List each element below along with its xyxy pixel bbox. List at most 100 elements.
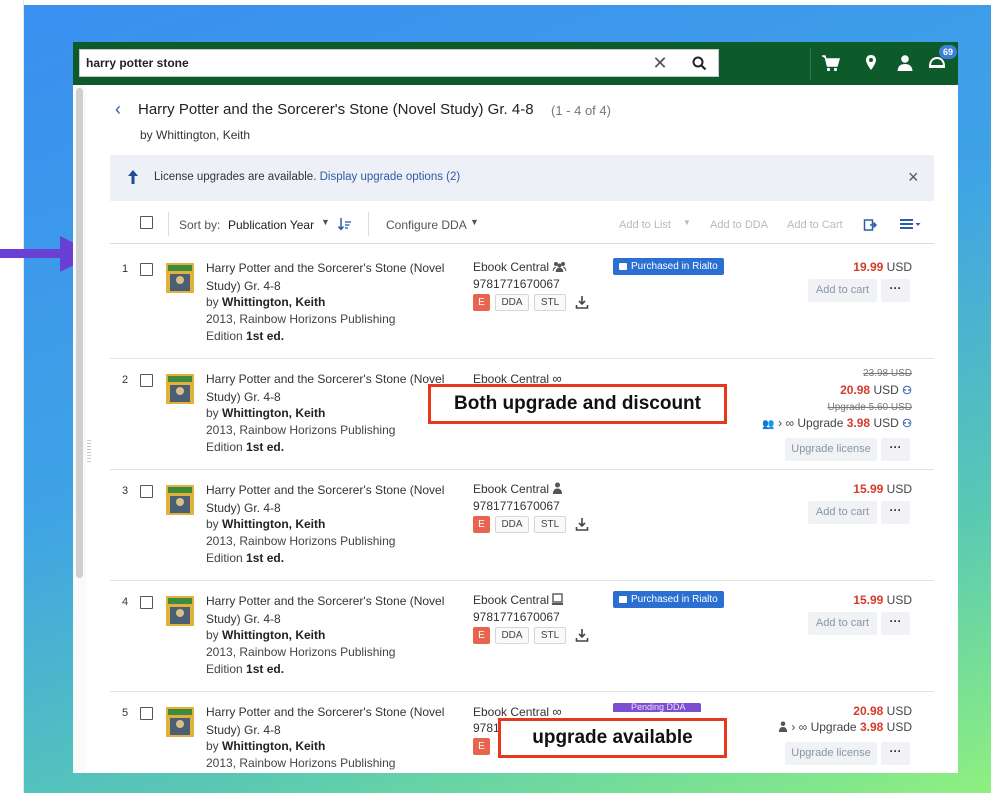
record-title[interactable]: Harry Potter and the Sorcerer's Stone (N… bbox=[206, 260, 454, 295]
book-cover[interactable] bbox=[166, 485, 194, 515]
header-divider bbox=[810, 48, 811, 80]
isbn: 9781771670067 bbox=[473, 277, 560, 291]
scrollbar-thumb[interactable] bbox=[76, 88, 83, 578]
platform-name: Ebook Central bbox=[473, 593, 564, 607]
record-title[interactable]: Harry Potter and the Sorcerer's Stone (N… bbox=[206, 482, 454, 517]
upgrade-license-button[interactable]: Upgrade license bbox=[785, 438, 877, 461]
book-cover[interactable] bbox=[166, 596, 194, 626]
add-to-list-button[interactable]: Add to List bbox=[619, 219, 671, 231]
add-to-dda-button[interactable]: Add to DDA bbox=[710, 219, 768, 231]
book-cover[interactable] bbox=[166, 707, 194, 737]
row-checkbox[interactable] bbox=[140, 485, 153, 498]
cart-icon[interactable] bbox=[820, 52, 842, 74]
sort-label: Sort by: bbox=[179, 218, 221, 232]
location-icon[interactable] bbox=[860, 52, 882, 74]
chevron-down-icon[interactable]: ▼ bbox=[470, 217, 479, 227]
library-icon bbox=[552, 593, 564, 605]
more-actions-button[interactable]: ··· bbox=[881, 501, 910, 524]
ebook-tag: E bbox=[473, 516, 490, 533]
record-edition: Edition 1st ed. bbox=[206, 329, 284, 343]
table-row[interactable]: 1 Harry Potter and the Sorcerer's Stone … bbox=[110, 248, 934, 359]
record-title[interactable]: Harry Potter and the Sorcerer's Stone (N… bbox=[206, 704, 454, 739]
close-icon[interactable]: × bbox=[908, 167, 919, 188]
original-price: 23.98 USD bbox=[863, 368, 912, 379]
resize-handle[interactable] bbox=[87, 440, 91, 462]
multi-user-icon bbox=[552, 262, 567, 273]
byline-prefix: by bbox=[140, 128, 157, 142]
row-checkbox[interactable] bbox=[140, 707, 153, 720]
table-row[interactable]: 3 Harry Potter and the Sorcerer's Stone … bbox=[110, 470, 934, 581]
ebook-tag: E bbox=[473, 627, 490, 644]
view-options-icon[interactable] bbox=[900, 218, 922, 232]
export-icon[interactable] bbox=[863, 218, 877, 232]
notification-badge: 69 bbox=[939, 45, 957, 59]
user-icon[interactable] bbox=[894, 52, 916, 74]
configure-dda-menu[interactable]: Configure DDA bbox=[386, 218, 467, 232]
status-text: Purchased in Rialto bbox=[631, 261, 718, 272]
price-amount: 19.99 bbox=[853, 260, 884, 274]
notice-message: License upgrades are available. bbox=[154, 171, 317, 183]
book-cover[interactable] bbox=[166, 263, 194, 293]
upgrade-options-link[interactable]: Display upgrade options (2) bbox=[320, 171, 461, 183]
price: 20.98 USD ⚇ bbox=[840, 383, 912, 397]
search-input[interactable] bbox=[86, 53, 636, 73]
single-user-icon bbox=[778, 721, 788, 732]
table-row[interactable]: 4 Harry Potter and the Sorcerer's Stone … bbox=[110, 581, 934, 692]
record-publisher: 2013, Rainbow Horizons Publishing bbox=[206, 756, 396, 770]
download-icon[interactable] bbox=[575, 628, 589, 642]
top-bar: ✕ 69 bbox=[73, 42, 958, 85]
add-to-cart-button[interactable]: Add to cart bbox=[808, 612, 877, 635]
record-author: by Whittington, Keith bbox=[206, 295, 326, 309]
row-checkbox[interactable] bbox=[140, 596, 153, 609]
dda-tag: DDA bbox=[495, 516, 529, 533]
more-actions-button[interactable]: ··· bbox=[881, 279, 910, 302]
more-actions-button[interactable]: ··· bbox=[881, 742, 910, 765]
add-to-cart-button[interactable]: Add to cart bbox=[808, 501, 877, 524]
record-title[interactable]: Harry Potter and the Sorcerer's Stone (N… bbox=[206, 371, 454, 406]
search-icon[interactable] bbox=[690, 54, 710, 74]
chevron-down-icon[interactable]: ▼ bbox=[683, 218, 691, 227]
results-toolbar: Sort by: Publication Year ▼ Configure DD… bbox=[110, 208, 934, 244]
price: 20.98 USD bbox=[853, 704, 912, 718]
platform-label: Ebook Central bbox=[473, 705, 550, 719]
record-edition: Edition 1st ed. bbox=[206, 662, 284, 676]
status-text: Purchased in Rialto bbox=[631, 594, 718, 605]
sort-direction-icon[interactable] bbox=[338, 217, 352, 231]
row-checkbox[interactable] bbox=[140, 263, 153, 276]
upgrade-label: Upgrade bbox=[810, 720, 857, 734]
record-title[interactable]: Harry Potter and the Sorcerer's Stone (N… bbox=[206, 593, 454, 628]
author-name: Whittington, Keith bbox=[222, 739, 326, 753]
single-user-icon bbox=[553, 482, 563, 494]
currency: USD bbox=[886, 593, 912, 607]
dda-tag: DDA bbox=[495, 627, 529, 644]
currency: USD bbox=[873, 416, 899, 430]
row-number: 5 bbox=[122, 707, 129, 719]
add-to-cart-button[interactable]: Add to cart bbox=[808, 279, 877, 302]
record-author: by Whittington, Keith bbox=[206, 517, 326, 531]
download-icon[interactable] bbox=[575, 517, 589, 531]
cart-icon bbox=[619, 263, 627, 270]
row-checkbox[interactable] bbox=[140, 374, 153, 387]
download-icon[interactable] bbox=[575, 295, 589, 309]
notice-text: License upgrades are available. Display … bbox=[154, 171, 460, 183]
more-actions-button[interactable]: ··· bbox=[881, 612, 910, 635]
sort-select[interactable]: Publication Year bbox=[228, 218, 314, 232]
add-to-cart-button[interactable]: Add to Cart bbox=[787, 219, 843, 231]
clear-icon[interactable]: ✕ bbox=[650, 52, 670, 74]
upgrade-price: › ∞ Upgrade 3.98 USD bbox=[778, 720, 912, 734]
row-number: 1 bbox=[122, 263, 129, 275]
upgrade-license-button[interactable]: Upgrade license bbox=[785, 742, 877, 765]
select-all-checkbox[interactable] bbox=[140, 216, 153, 229]
book-cover[interactable] bbox=[166, 374, 194, 404]
record-publisher: 2013, Rainbow Horizons Publishing bbox=[206, 312, 396, 326]
upgrade-amount: 3.98 bbox=[846, 416, 871, 430]
chevron-down-icon[interactable]: ▼ bbox=[321, 217, 330, 227]
back-icon[interactable]: ‹ bbox=[115, 99, 121, 120]
more-actions-button[interactable]: ··· bbox=[881, 438, 910, 461]
callout-upgrade-available: upgrade available bbox=[498, 718, 727, 758]
currency: USD bbox=[886, 720, 912, 734]
upgrade-arrow-icon bbox=[128, 170, 138, 184]
unlimited-icon: ∞ bbox=[552, 704, 562, 719]
isbn: 9781 bbox=[473, 721, 500, 735]
toolbar-divider bbox=[368, 212, 369, 236]
